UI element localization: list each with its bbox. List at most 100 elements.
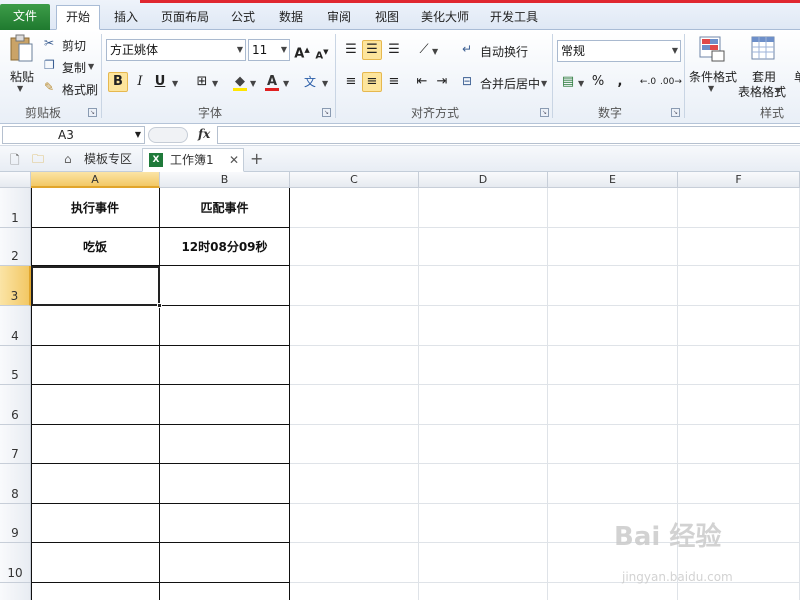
cell-c1[interactable] [290,188,419,228]
tab-formulas[interactable]: 公式 [222,6,264,30]
cell-d10[interactable] [419,543,548,583]
select-all-corner[interactable] [0,172,31,188]
shrink-font-button[interactable]: A▼ [312,42,332,62]
tab-file[interactable]: 文件 [0,4,50,30]
chevron-down-icon[interactable]: ▼ [775,86,781,95]
cell-b10[interactable] [160,543,290,583]
align-top-button[interactable]: ☰ [341,40,361,60]
cell-f11[interactable] [678,583,800,600]
clipboard-launcher-icon[interactable]: ↘ [88,108,97,117]
number-launcher-icon[interactable]: ↘ [671,108,680,117]
cell-a1[interactable]: 执行事件 [31,188,160,228]
increase-decimal-button[interactable]: ←.0 [638,72,658,92]
cell-a3[interactable] [31,266,160,306]
cell-b8[interactable] [160,464,290,504]
cell-a10[interactable] [31,543,160,583]
cell-f5[interactable] [678,346,800,385]
merge-center-button[interactable]: ⊟ 合并后居中 ▼ [462,74,548,92]
cell-d3[interactable] [419,266,548,306]
chevron-down-icon[interactable]: ▼ [578,79,584,88]
tab-insert[interactable]: 插入 [104,6,148,30]
cell-styles-label-truncated[interactable]: 单 [794,68,800,85]
currency-button[interactable]: ▤ [558,72,578,92]
cell-f3[interactable] [678,266,800,306]
cell-c7[interactable] [290,425,419,464]
row-header-5[interactable]: 5 [0,346,31,385]
cell-f1[interactable] [678,188,800,228]
column-header-e[interactable]: E [548,172,678,188]
cell-e3[interactable] [548,266,678,306]
folder-icon[interactable]: 🗀 [32,150,44,171]
formula-bar-splitter[interactable] [148,127,188,143]
column-header-f[interactable]: F [678,172,800,188]
row-header-8[interactable]: 8 [0,464,31,504]
align-center-button[interactable]: ≡ [362,72,382,92]
borders-button[interactable]: ⊞ [192,72,212,92]
cell-d1[interactable] [419,188,548,228]
cell-f7[interactable] [678,425,800,464]
paste-button[interactable]: 粘贴 ▼ [4,32,38,94]
row-header-1[interactable]: 1 [0,188,31,228]
tab-developer[interactable]: 开发工具 [482,6,546,30]
cell-e8[interactable] [548,464,678,504]
cell-b11[interactable] [160,583,290,600]
column-header-d[interactable]: D [419,172,548,188]
cell-a8[interactable] [31,464,160,504]
tab-review[interactable]: 审阅 [318,6,360,30]
insert-function-button[interactable]: fx [198,127,210,141]
cell-c6[interactable] [290,385,419,425]
cell-d2[interactable] [419,228,548,266]
new-document-icon[interactable]: 🗋 [10,151,20,172]
align-middle-button[interactable]: ☰ [362,40,382,60]
tab-beautify[interactable]: 美化大师 [414,6,476,30]
cell-d4[interactable] [419,306,548,346]
cell-e5[interactable] [548,346,678,385]
tab-home[interactable]: 开始 [56,5,100,30]
number-format-select[interactable]: 常规 ▼ [557,40,681,62]
cell-d6[interactable] [419,385,548,425]
row-header-11[interactable] [0,583,31,600]
cell-b3[interactable] [160,266,290,306]
row-header-9[interactable]: 9 [0,504,31,543]
row-header-2[interactable]: 2 [0,228,31,266]
cell-a2[interactable]: 吃饭 [31,228,160,266]
wrap-text-button[interactable]: ↵ 自动换行 [462,42,542,60]
align-right-button[interactable]: ≡ [384,72,404,92]
decrease-indent-button[interactable]: ⇤ [412,72,432,92]
cell-c4[interactable] [290,306,419,346]
cell-a9[interactable] [31,504,160,543]
cell-f8[interactable] [678,464,800,504]
phonetic-button[interactable]: 文 [300,72,320,92]
font-launcher-icon[interactable]: ↘ [322,108,331,117]
chevron-down-icon[interactable]: ▼ [212,79,218,88]
tab-data[interactable]: 数据 [270,6,312,30]
column-header-b[interactable]: B [160,172,290,188]
font-name-select[interactable]: 方正姚体 ▼ [106,39,246,61]
row-header-10[interactable]: 10 [0,543,31,583]
cell-b6[interactable] [160,385,290,425]
fill-handle[interactable] [157,303,162,308]
align-bottom-button[interactable]: ☰ [384,40,404,60]
cell-d5[interactable] [419,346,548,385]
cell-d7[interactable] [419,425,548,464]
alignment-launcher-icon[interactable]: ↘ [540,108,549,117]
cell-d8[interactable] [419,464,548,504]
column-header-c[interactable]: C [290,172,419,188]
close-icon[interactable]: ✕ [229,149,239,171]
cell-c9[interactable] [290,504,419,543]
cell-b2[interactable]: 12时08分09秒 [160,228,290,266]
cell-b5[interactable] [160,346,290,385]
cell-b7[interactable] [160,425,290,464]
chevron-down-icon[interactable]: ▼ [432,47,438,56]
cell-c10[interactable] [290,543,419,583]
cell-b1[interactable]: 匹配事件 [160,188,290,228]
cell-d11[interactable] [419,583,548,600]
italic-button[interactable]: I [130,72,150,92]
cell-c2[interactable] [290,228,419,266]
bold-button[interactable]: B [108,72,128,92]
underline-button[interactable]: U [150,72,170,92]
cell-a5[interactable] [31,346,160,385]
cell-b4[interactable] [160,306,290,346]
add-tab-button[interactable]: + [250,149,263,168]
cell-b9[interactable] [160,504,290,543]
